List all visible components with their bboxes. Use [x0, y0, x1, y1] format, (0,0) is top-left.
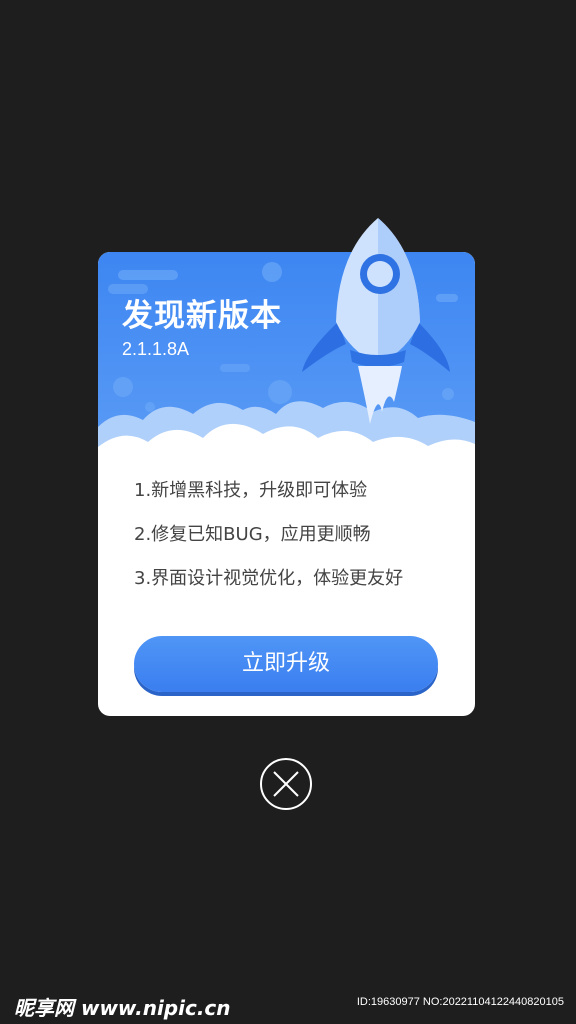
feature-item: 2.修复已知BUG，应用更顺畅: [134, 524, 371, 545]
watermark-logo: 昵享网 www.nipic.cn: [14, 996, 231, 1020]
watermark-id: ID:19630977 NO:20221104122440820105: [356, 996, 564, 1008]
dialog-title: 发现新版本: [122, 298, 282, 334]
upgrade-now-button[interactable]: 立即升级: [134, 636, 438, 692]
update-screen: 发现新版本 2.1.1.8A 1.新增黑科技，升级即可体验 2.修复已知BUG，…: [0, 0, 576, 1024]
feature-list: 1.新增黑科技，升级即可体验 2.修复已知BUG，应用更顺畅 3.界面设计视觉优…: [134, 476, 454, 608]
rocket-icon: [302, 218, 450, 424]
feature-item: 3.界面设计视觉优化，体验更友好: [134, 568, 404, 589]
version-number: 2.1.1.8A: [122, 339, 190, 359]
update-dialog: 发现新版本 2.1.1.8A 1.新增黑科技，升级即可体验 2.修复已知BUG，…: [98, 218, 475, 716]
close-icon[interactable]: [259, 757, 313, 811]
feature-item: 1.新增黑科技，升级即可体验: [134, 480, 368, 501]
